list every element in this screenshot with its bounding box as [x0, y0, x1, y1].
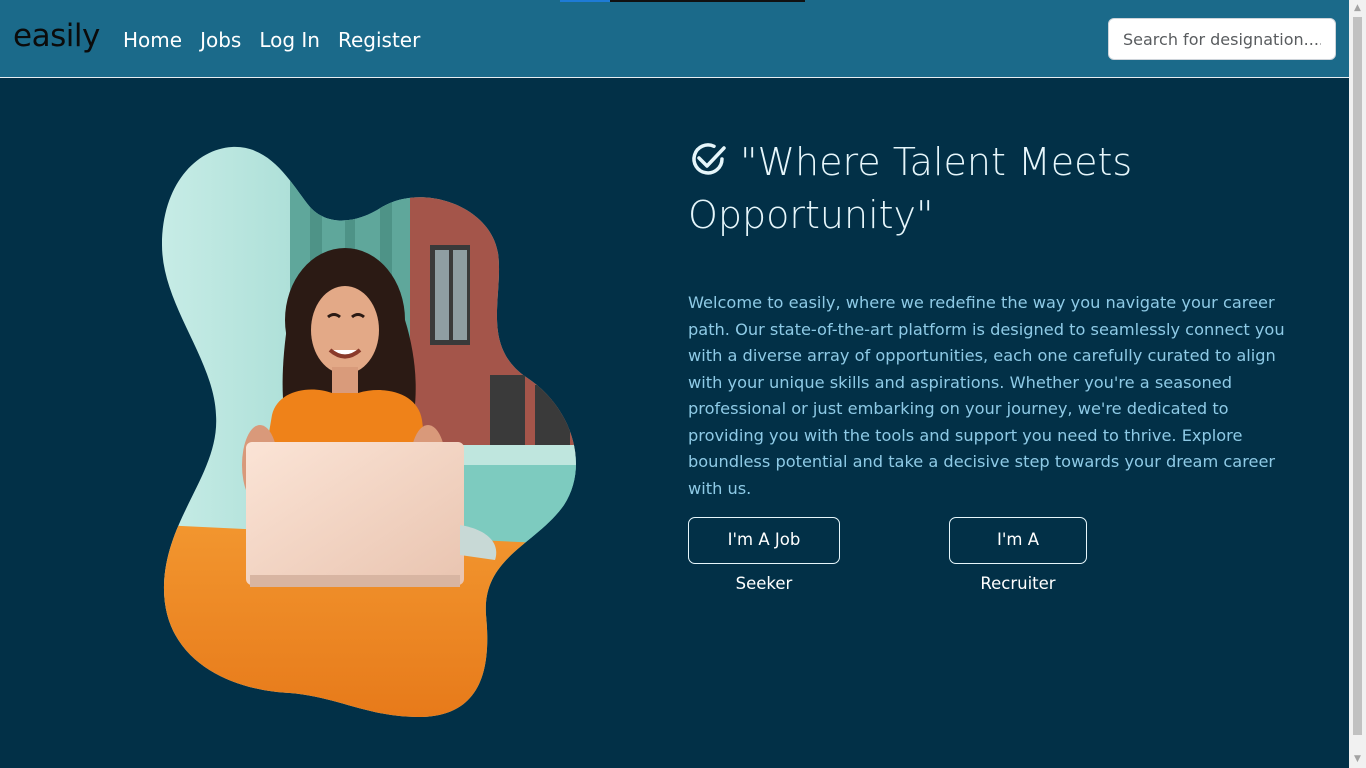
- scrollbar-thumb[interactable]: [1353, 17, 1362, 735]
- job-seeker-button[interactable]: I'm A Job Seeker: [688, 517, 840, 593]
- hero-title: "Where Talent Meets Opportunity": [688, 136, 1248, 242]
- nav-link-register[interactable]: Register: [338, 26, 420, 54]
- check-circle-icon: [692, 143, 726, 175]
- hero-description: Welcome to easily, where we redefine the…: [688, 293, 1285, 498]
- nav-link-jobs[interactable]: Jobs: [200, 26, 241, 54]
- hero-image: [162, 146, 576, 718]
- recruiter-button[interactable]: I'm A Recruiter: [949, 517, 1087, 593]
- page: easily Home Jobs Log In Register Search …: [0, 0, 1349, 768]
- page-load-progress-fill: [560, 0, 610, 2]
- scroll-down-arrow-icon[interactable]: ▼: [1349, 751, 1366, 768]
- nav-links: Home Jobs Log In Register: [123, 26, 420, 54]
- page-load-progress: [560, 0, 805, 2]
- search-input[interactable]: [1108, 18, 1336, 60]
- scroll-up-arrow-icon[interactable]: ▲: [1349, 0, 1366, 17]
- brand-logo[interactable]: easily: [13, 18, 100, 54]
- navbar: easily Home Jobs Log In Register: [0, 0, 1349, 78]
- nav-link-login[interactable]: Log In: [259, 26, 320, 54]
- hero-title-text: "Where Talent Meets Opportunity": [688, 140, 1133, 237]
- page-scrollbar[interactable]: ▲ ▼: [1349, 0, 1366, 768]
- nav-link-home[interactable]: Home: [123, 26, 182, 54]
